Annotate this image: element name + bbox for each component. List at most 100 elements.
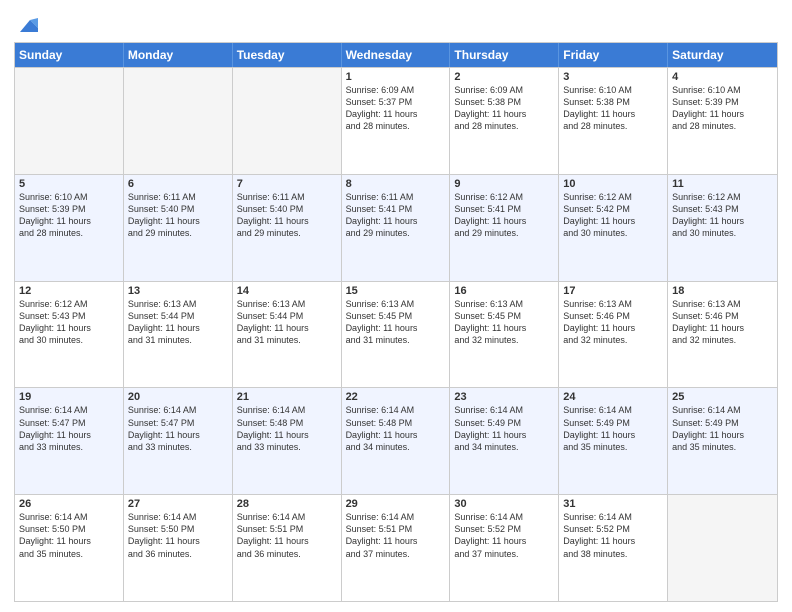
- day-number: 21: [237, 391, 337, 403]
- calendar-cell: 14Sunrise: 6:13 AM Sunset: 5:44 PM Dayli…: [233, 282, 342, 388]
- calendar-row: 5Sunrise: 6:10 AM Sunset: 5:39 PM Daylig…: [15, 174, 777, 281]
- day-number: 25: [672, 391, 773, 403]
- day-info: Sunrise: 6:14 AM Sunset: 5:51 PM Dayligh…: [346, 511, 446, 560]
- day-info: Sunrise: 6:14 AM Sunset: 5:47 PM Dayligh…: [128, 404, 228, 453]
- day-number: 20: [128, 391, 228, 403]
- calendar-row: 12Sunrise: 6:12 AM Sunset: 5:43 PM Dayli…: [15, 281, 777, 388]
- calendar-cell: 8Sunrise: 6:11 AM Sunset: 5:41 PM Daylig…: [342, 175, 451, 281]
- day-info: Sunrise: 6:12 AM Sunset: 5:42 PM Dayligh…: [563, 191, 663, 240]
- calendar-body: 1Sunrise: 6:09 AM Sunset: 5:37 PM Daylig…: [15, 67, 777, 601]
- day-number: 11: [672, 178, 773, 190]
- day-number: 2: [454, 71, 554, 83]
- calendar-cell: 10Sunrise: 6:12 AM Sunset: 5:42 PM Dayli…: [559, 175, 668, 281]
- day-info: Sunrise: 6:11 AM Sunset: 5:41 PM Dayligh…: [346, 191, 446, 240]
- calendar-cell: 31Sunrise: 6:14 AM Sunset: 5:52 PM Dayli…: [559, 495, 668, 601]
- calendar-cell: 18Sunrise: 6:13 AM Sunset: 5:46 PM Dayli…: [668, 282, 777, 388]
- logo: [14, 14, 38, 36]
- day-info: Sunrise: 6:14 AM Sunset: 5:48 PM Dayligh…: [346, 404, 446, 453]
- calendar-cell: 25Sunrise: 6:14 AM Sunset: 5:49 PM Dayli…: [668, 388, 777, 494]
- header-day: Friday: [559, 43, 668, 67]
- header-day: Sunday: [15, 43, 124, 67]
- day-info: Sunrise: 6:14 AM Sunset: 5:47 PM Dayligh…: [19, 404, 119, 453]
- day-number: 29: [346, 498, 446, 510]
- calendar-cell: 9Sunrise: 6:12 AM Sunset: 5:41 PM Daylig…: [450, 175, 559, 281]
- header-day: Saturday: [668, 43, 777, 67]
- day-info: Sunrise: 6:13 AM Sunset: 5:45 PM Dayligh…: [346, 298, 446, 347]
- day-number: 8: [346, 178, 446, 190]
- day-number: 17: [563, 285, 663, 297]
- calendar-row: 1Sunrise: 6:09 AM Sunset: 5:37 PM Daylig…: [15, 67, 777, 174]
- calendar-cell: [124, 68, 233, 174]
- day-number: 4: [672, 71, 773, 83]
- header-day: Wednesday: [342, 43, 451, 67]
- calendar-cell: 11Sunrise: 6:12 AM Sunset: 5:43 PM Dayli…: [668, 175, 777, 281]
- calendar-cell: 15Sunrise: 6:13 AM Sunset: 5:45 PM Dayli…: [342, 282, 451, 388]
- day-info: Sunrise: 6:14 AM Sunset: 5:50 PM Dayligh…: [128, 511, 228, 560]
- day-info: Sunrise: 6:14 AM Sunset: 5:51 PM Dayligh…: [237, 511, 337, 560]
- calendar-cell: 1Sunrise: 6:09 AM Sunset: 5:37 PM Daylig…: [342, 68, 451, 174]
- day-number: 13: [128, 285, 228, 297]
- calendar-cell: 30Sunrise: 6:14 AM Sunset: 5:52 PM Dayli…: [450, 495, 559, 601]
- day-number: 7: [237, 178, 337, 190]
- day-info: Sunrise: 6:14 AM Sunset: 5:49 PM Dayligh…: [454, 404, 554, 453]
- calendar-cell: 26Sunrise: 6:14 AM Sunset: 5:50 PM Dayli…: [15, 495, 124, 601]
- day-info: Sunrise: 6:10 AM Sunset: 5:38 PM Dayligh…: [563, 84, 663, 133]
- calendar-cell: 3Sunrise: 6:10 AM Sunset: 5:38 PM Daylig…: [559, 68, 668, 174]
- day-info: Sunrise: 6:14 AM Sunset: 5:49 PM Dayligh…: [563, 404, 663, 453]
- calendar-row: 19Sunrise: 6:14 AM Sunset: 5:47 PM Dayli…: [15, 387, 777, 494]
- calendar-cell: 12Sunrise: 6:12 AM Sunset: 5:43 PM Dayli…: [15, 282, 124, 388]
- day-number: 26: [19, 498, 119, 510]
- day-number: 14: [237, 285, 337, 297]
- day-info: Sunrise: 6:11 AM Sunset: 5:40 PM Dayligh…: [128, 191, 228, 240]
- day-number: 3: [563, 71, 663, 83]
- calendar-cell: 22Sunrise: 6:14 AM Sunset: 5:48 PM Dayli…: [342, 388, 451, 494]
- day-number: 30: [454, 498, 554, 510]
- day-number: 23: [454, 391, 554, 403]
- header: [14, 10, 778, 36]
- calendar-cell: [233, 68, 342, 174]
- calendar-cell: 6Sunrise: 6:11 AM Sunset: 5:40 PM Daylig…: [124, 175, 233, 281]
- calendar-cell: 13Sunrise: 6:13 AM Sunset: 5:44 PM Dayli…: [124, 282, 233, 388]
- calendar-cell: 19Sunrise: 6:14 AM Sunset: 5:47 PM Dayli…: [15, 388, 124, 494]
- day-info: Sunrise: 6:13 AM Sunset: 5:44 PM Dayligh…: [128, 298, 228, 347]
- day-info: Sunrise: 6:14 AM Sunset: 5:50 PM Dayligh…: [19, 511, 119, 560]
- calendar-cell: 17Sunrise: 6:13 AM Sunset: 5:46 PM Dayli…: [559, 282, 668, 388]
- day-number: 31: [563, 498, 663, 510]
- calendar-header: SundayMondayTuesdayWednesdayThursdayFrid…: [15, 43, 777, 67]
- day-number: 27: [128, 498, 228, 510]
- day-info: Sunrise: 6:13 AM Sunset: 5:44 PM Dayligh…: [237, 298, 337, 347]
- calendar-cell: 5Sunrise: 6:10 AM Sunset: 5:39 PM Daylig…: [15, 175, 124, 281]
- day-info: Sunrise: 6:12 AM Sunset: 5:43 PM Dayligh…: [19, 298, 119, 347]
- day-info: Sunrise: 6:10 AM Sunset: 5:39 PM Dayligh…: [19, 191, 119, 240]
- day-number: 18: [672, 285, 773, 297]
- calendar-cell: 24Sunrise: 6:14 AM Sunset: 5:49 PM Dayli…: [559, 388, 668, 494]
- header-day: Tuesday: [233, 43, 342, 67]
- day-number: 16: [454, 285, 554, 297]
- calendar-cell: 21Sunrise: 6:14 AM Sunset: 5:48 PM Dayli…: [233, 388, 342, 494]
- calendar-cell: 4Sunrise: 6:10 AM Sunset: 5:39 PM Daylig…: [668, 68, 777, 174]
- logo-icon: [16, 14, 38, 36]
- day-info: Sunrise: 6:09 AM Sunset: 5:38 PM Dayligh…: [454, 84, 554, 133]
- calendar-cell: 20Sunrise: 6:14 AM Sunset: 5:47 PM Dayli…: [124, 388, 233, 494]
- day-info: Sunrise: 6:10 AM Sunset: 5:39 PM Dayligh…: [672, 84, 773, 133]
- day-info: Sunrise: 6:14 AM Sunset: 5:52 PM Dayligh…: [563, 511, 663, 560]
- day-number: 12: [19, 285, 119, 297]
- day-info: Sunrise: 6:13 AM Sunset: 5:45 PM Dayligh…: [454, 298, 554, 347]
- day-info: Sunrise: 6:11 AM Sunset: 5:40 PM Dayligh…: [237, 191, 337, 240]
- calendar-cell: 2Sunrise: 6:09 AM Sunset: 5:38 PM Daylig…: [450, 68, 559, 174]
- day-number: 6: [128, 178, 228, 190]
- day-info: Sunrise: 6:13 AM Sunset: 5:46 PM Dayligh…: [563, 298, 663, 347]
- day-number: 24: [563, 391, 663, 403]
- day-number: 5: [19, 178, 119, 190]
- day-info: Sunrise: 6:12 AM Sunset: 5:43 PM Dayligh…: [672, 191, 773, 240]
- calendar-cell: 7Sunrise: 6:11 AM Sunset: 5:40 PM Daylig…: [233, 175, 342, 281]
- calendar-cell: 23Sunrise: 6:14 AM Sunset: 5:49 PM Dayli…: [450, 388, 559, 494]
- calendar-cell: 28Sunrise: 6:14 AM Sunset: 5:51 PM Dayli…: [233, 495, 342, 601]
- day-number: 1: [346, 71, 446, 83]
- day-info: Sunrise: 6:14 AM Sunset: 5:49 PM Dayligh…: [672, 404, 773, 453]
- calendar-cell: 16Sunrise: 6:13 AM Sunset: 5:45 PM Dayli…: [450, 282, 559, 388]
- calendar-row: 26Sunrise: 6:14 AM Sunset: 5:50 PM Dayli…: [15, 494, 777, 601]
- day-info: Sunrise: 6:14 AM Sunset: 5:48 PM Dayligh…: [237, 404, 337, 453]
- day-info: Sunrise: 6:09 AM Sunset: 5:37 PM Dayligh…: [346, 84, 446, 133]
- day-number: 15: [346, 285, 446, 297]
